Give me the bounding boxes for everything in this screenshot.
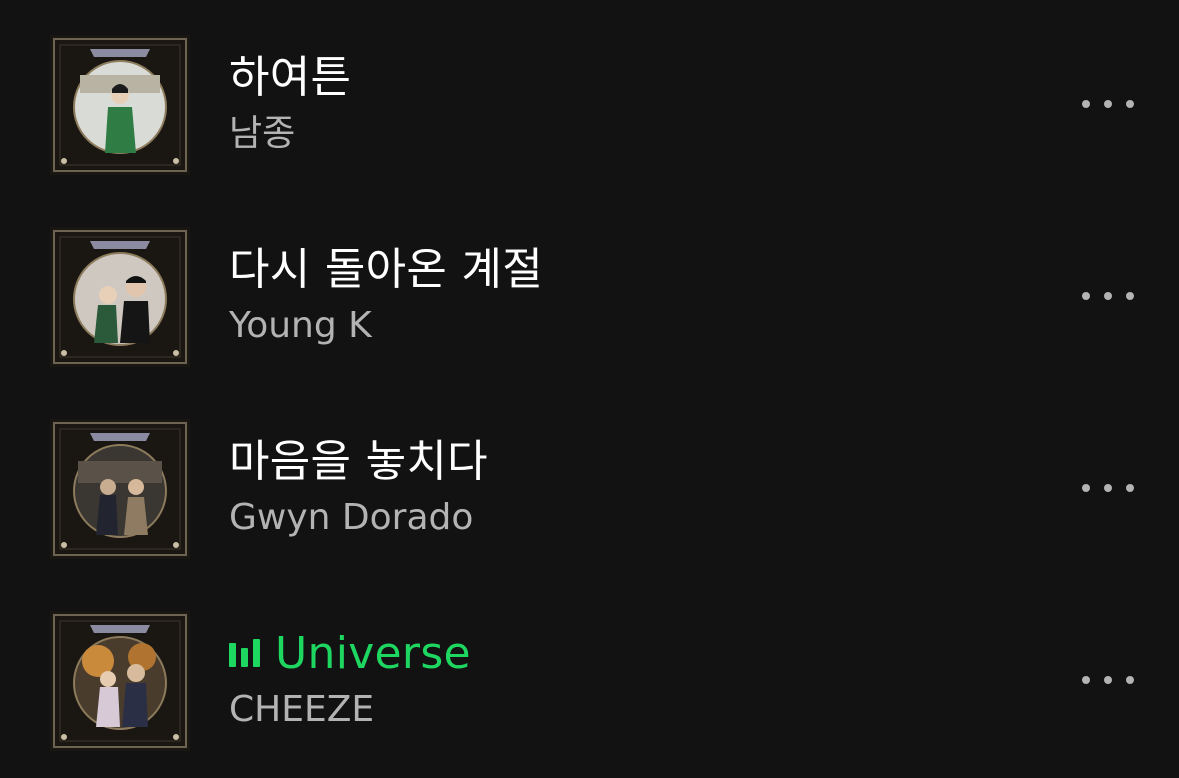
track-row[interactable]: 다시 돌아온 계절 Young K [0, 192, 1179, 384]
album-cover [50, 611, 190, 751]
track-artist[interactable]: Gwyn Dorado [229, 496, 473, 540]
dot [1126, 292, 1134, 300]
more-horizontal-icon[interactable] [1076, 280, 1140, 312]
dot [1126, 100, 1134, 108]
album-cover [50, 419, 190, 559]
track-artist[interactable]: Young K [229, 304, 372, 348]
track-row[interactable]: Universe CHEEZE [0, 576, 1179, 768]
track-row[interactable]: 마음을 놓치다 Gwyn Dorado [0, 384, 1179, 576]
track-title: 다시 돌아온 계절 [229, 244, 544, 295]
album-cover [50, 35, 190, 175]
track-title: Universe [229, 628, 471, 680]
more-horizontal-icon[interactable] [1076, 88, 1140, 120]
track-list: 하여튼 남종 다시 돌아온 계절 Young K 마음을 놓치다 Gwyn Do… [0, 0, 1179, 778]
dot [1104, 100, 1112, 108]
dot [1082, 292, 1090, 300]
more-horizontal-icon[interactable] [1076, 472, 1140, 504]
dot [1126, 484, 1134, 492]
more-horizontal-icon[interactable] [1076, 664, 1140, 696]
dot [1082, 676, 1090, 684]
dot [1104, 484, 1112, 492]
track-title: 하여튼 [229, 52, 352, 103]
album-cover [50, 227, 190, 367]
dot [1104, 292, 1112, 300]
dot [1082, 100, 1090, 108]
track-row[interactable]: 하여튼 남종 [0, 0, 1179, 192]
dot [1104, 676, 1112, 684]
equalizer-icon [229, 639, 260, 667]
track-artist[interactable]: 남종 [229, 112, 295, 156]
track-title-text: Universe [275, 628, 471, 679]
track-title: 마음을 놓치다 [229, 436, 488, 487]
track-artist[interactable]: CHEEZE [229, 688, 374, 732]
dot [1082, 484, 1090, 492]
dot [1126, 676, 1134, 684]
